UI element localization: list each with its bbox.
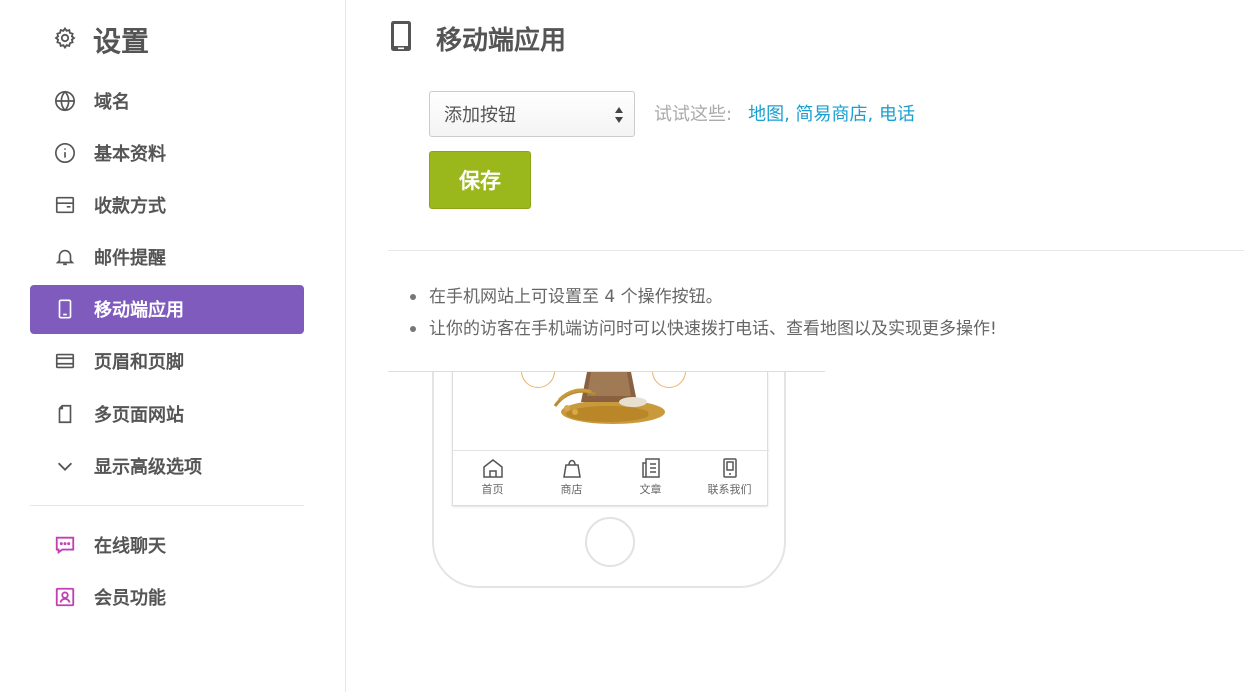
phone-tab-label: 首页 (481, 483, 504, 496)
phone-tab-home[interactable]: 首页 (453, 451, 532, 505)
sidebar-item-header-footer[interactable]: 页眉和页脚 (30, 337, 304, 386)
suggestion-link-map[interactable]: 地图 (748, 104, 784, 125)
sidebar-item-label: 域名 (94, 91, 130, 113)
save-button[interactable]: 保存 (429, 151, 531, 209)
member-icon (53, 585, 77, 609)
wallet-icon (53, 193, 77, 217)
bell-icon (53, 245, 77, 269)
sidebar-item-label: 收款方式 (94, 195, 166, 217)
phone-tab-label: 文章 (639, 483, 662, 496)
grain-product-image (553, 372, 665, 424)
sidebar-header: 设置 (53, 20, 149, 60)
hint-prefix: 试试这些: (654, 104, 733, 125)
bag-icon (562, 459, 581, 478)
sidebar-item-mobile-app[interactable]: 移动端应用 (30, 284, 304, 334)
sidebar-item-label: 多页面网站 (94, 404, 184, 426)
sidebar-item-label: 会员功能 (94, 587, 166, 609)
suggestion-links: 地图, 简易商店, 电话 (748, 104, 915, 125)
sidebar-item-payment[interactable]: 收款方式 (30, 180, 304, 229)
list-item: 让你的访客在手机端访问时可以快速拨打电话、查看地图以及实现更多操作! (410, 315, 997, 347)
sidebar-item-label: 基本资料 (94, 143, 166, 165)
settings-sidebar: 设置 域名 基本资料 收款方式 邮件提醒 移动端应用 页眉和页脚 多页面网站 显… (0, 0, 346, 692)
sidebar-divider (30, 505, 304, 506)
sidebar-item-label: 页眉和页脚 (94, 352, 184, 374)
sidebar-item-multipage[interactable]: 多页面网站 (30, 389, 304, 438)
sidebar-item-label: 显示高级选项 (94, 456, 202, 478)
sidebar-menu: 域名 基本资料 收款方式 邮件提醒 移动端应用 页眉和页脚 多页面网站 显示高级… (30, 76, 304, 494)
phone-tab-label: 商店 (560, 483, 583, 496)
sidebar-item-email-alerts[interactable]: 邮件提醒 (30, 233, 304, 282)
sidebar-item-membership[interactable]: 会员功能 (30, 572, 304, 621)
info-icon (53, 141, 77, 165)
sidebar-extras: 在线聊天 会员功能 (30, 520, 304, 624)
add-button-select[interactable]: 添加按钮 (429, 91, 635, 137)
sidebar-item-live-chat[interactable]: 在线聊天 (30, 520, 304, 569)
sidebar-item-label: 移动端应用 (94, 300, 184, 322)
section-divider (388, 250, 1244, 251)
sidebar-item-basic-info[interactable]: 基本资料 (30, 128, 304, 177)
header-footer-icon (53, 349, 77, 373)
gear-icon (53, 26, 77, 54)
phone-tab-shop[interactable]: 商店 (532, 451, 611, 505)
sidebar-item-label: 在线聊天 (94, 535, 166, 557)
home-icon (482, 459, 503, 478)
phone-tab-articles[interactable]: 文章 (611, 451, 690, 505)
list-item: 在手机网站上可设置至 4 个操作按钮。 (410, 283, 997, 315)
page-title: 移动端应用 (436, 25, 567, 56)
globe-icon (53, 89, 77, 113)
phone-tab-label: 联系我们 (707, 483, 752, 496)
phone-home-button[interactable] (585, 517, 635, 567)
select-value: 添加按钮 (444, 105, 516, 126)
select-arrows-icon (615, 107, 623, 123)
pages-icon (53, 402, 77, 426)
suggestions-hint: 试试这些: 地图, 简易商店, 电话 (654, 100, 915, 126)
phone-tab-contact[interactable]: 联系我们 (690, 451, 769, 505)
sidebar-item-domain[interactable]: 域名 (30, 76, 304, 125)
phone-preview: 首页 商店 文章 联系我们 (432, 372, 786, 588)
sidebar-item-advanced-options[interactable]: 显示高级选项 (30, 441, 304, 490)
contact-phone-icon (722, 458, 737, 478)
sidebar-title: 设置 (93, 25, 150, 58)
phone-tab-bar: 首页 商店 文章 联系我们 (453, 450, 769, 505)
phone-screen: 首页 商店 文章 联系我们 (452, 372, 769, 506)
mobile-icon (388, 19, 414, 57)
page-header: 移动端应用 (388, 18, 566, 58)
sidebar-item-label: 邮件提醒 (94, 248, 166, 270)
suggestion-link-phone[interactable]: 电话 (879, 104, 915, 125)
article-icon (641, 458, 660, 478)
info-list: 在手机网站上可设置至 4 个操作按钮。 让你的访客在手机端访问时可以快速拨打电话… (410, 283, 997, 347)
chat-icon (53, 533, 77, 557)
mobile-icon (53, 297, 77, 321)
chevron-down-icon (53, 454, 77, 478)
suggestion-link-shop[interactable]: 简易商店 (796, 104, 868, 125)
